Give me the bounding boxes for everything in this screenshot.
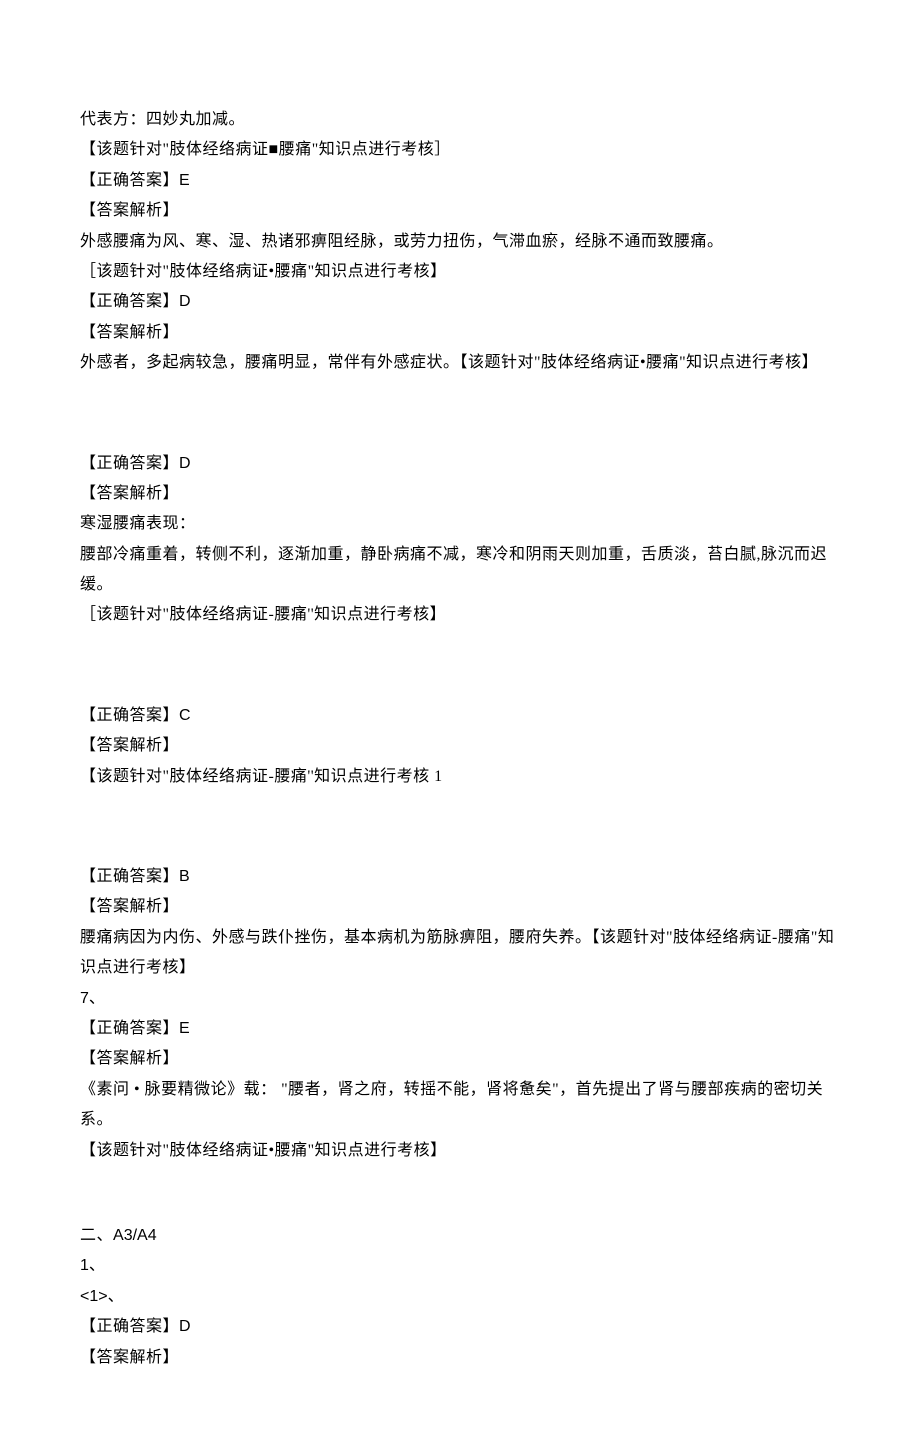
text-line: 代表方：四妙丸加减。 (80, 105, 840, 135)
answer-value: D (179, 293, 191, 310)
spacer (80, 1166, 840, 1221)
section-prefix: 二、 (80, 1227, 113, 1244)
answer-value: B (179, 868, 190, 885)
text-line: 腰痛病因为内伤、外感与跌仆挫伤，基本病机为筋脉痹阻，腰府失养。【该题针对"肢体经… (80, 923, 840, 984)
explain-label: 【答案解析】 (80, 318, 840, 348)
answer-label: 【正确答案】 (80, 172, 179, 189)
text-line: 寒湿腰痛表现： (80, 509, 840, 539)
spacer (80, 379, 840, 449)
answer-value: D (179, 1318, 191, 1335)
answer-line: 【正确答案】B (80, 862, 840, 892)
explain-label: 【答案解析】 (80, 1343, 840, 1373)
explain-label: 【答案解析】 (80, 1044, 840, 1074)
spacer (80, 631, 840, 701)
text-line: 外感者，多起病较急，腰痛明显，常伴有外感症状。【该题针对"肢体经络病证•腰痛"知… (80, 348, 840, 378)
answer-line: 【正确答案】D (80, 449, 840, 479)
answer-label: 【正确答案】 (80, 455, 179, 472)
explain-label: 【答案解析】 (80, 479, 840, 509)
answer-line: 【正确答案】D (80, 1312, 840, 1342)
answer-value: C (179, 707, 191, 724)
answer-line: 【正确答案】E (80, 166, 840, 196)
explain-label: 【答案解析】 (80, 731, 840, 761)
text-line: 腰部冷痛重着，转侧不利，逐渐加重，静卧病痛不减，寒冷和阴雨天则加重，舌质淡，苔白… (80, 540, 840, 601)
answer-value: D (179, 455, 191, 472)
answer-label: 【正确答案】 (80, 1318, 179, 1335)
text-line: ［该题针对"肢体经络病证•腰痛"知识点进行考核】 (80, 257, 840, 287)
text-line: 【该题针对"肢体经络病证•腰痛"知识点进行考核】 (80, 1136, 840, 1166)
answer-label: 【正确答案】 (80, 868, 179, 885)
answer-value: E (179, 1020, 190, 1037)
explain-label: 【答案解析】 (80, 892, 840, 922)
spacer (80, 792, 840, 862)
answer-line: 【正确答案】D (80, 287, 840, 317)
answer-line: 【正确答案】C (80, 701, 840, 731)
sub-question-number: <1>、 (80, 1282, 840, 1312)
text-line: 外感腰痛为风、寒、湿、热诸邪痹阻经脉，或劳力扭伤，气滞血瘀，经脉不通而致腰痛。 (80, 227, 840, 257)
text-line: 【该题针对"肢体经络病证■腰痛"知识点进行考核］ (80, 135, 840, 165)
number-value: <1>、 (80, 1288, 124, 1305)
answer-label: 【正确答案】 (80, 707, 179, 724)
document-page: 代表方：四妙丸加减。 【该题针对"肢体经络病证■腰痛"知识点进行考核］ 【正确答… (0, 0, 920, 1433)
answer-label: 【正确答案】 (80, 1020, 179, 1037)
question-number: 7、 (80, 984, 840, 1014)
text-line: 《素问 • 脉要精微论》载： "腰者，肾之府，转摇不能，肾将惫矣"，首先提出了肾… (80, 1075, 840, 1136)
section-code: A3/A4 (113, 1227, 157, 1244)
explain-label: 【答案解析】 (80, 196, 840, 226)
answer-value: E (179, 172, 190, 189)
answer-label: 【正确答案】 (80, 293, 179, 310)
number-value: 7、 (80, 990, 105, 1007)
number-value: 1、 (80, 1257, 105, 1274)
answer-line: 【正确答案】E (80, 1014, 840, 1044)
question-number: 1、 (80, 1251, 840, 1281)
text-line: 【该题针对"肢体经络病证-腰痛''知识点进行考核 1 (80, 762, 840, 792)
text-line: ［该题针对"肢体经络病证-腰痛''知识点进行考核】 (80, 600, 840, 630)
section-heading: 二、A3/A4 (80, 1221, 840, 1251)
